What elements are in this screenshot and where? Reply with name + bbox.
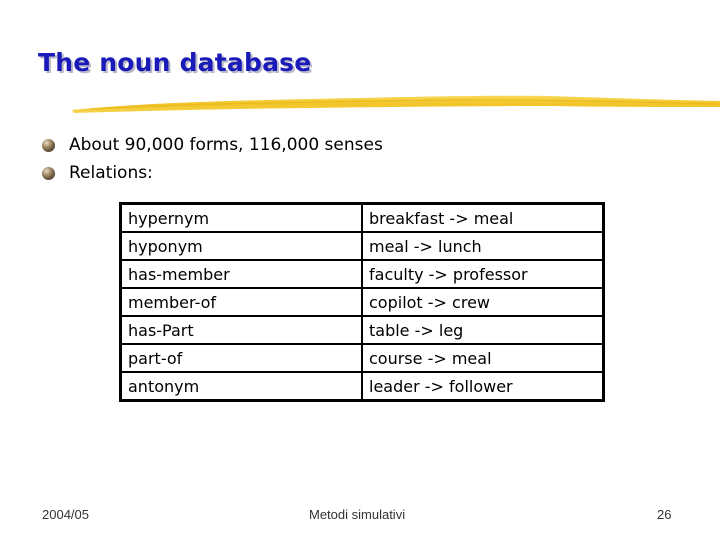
bullet-item: About 90,000 forms, 116,000 senses [42,131,383,159]
example-cell: meal -> lunch [361,231,605,261]
relation-cell: member-of [119,287,363,317]
sphere-bullet-icon [42,166,55,180]
table-row: part-of course -> meal [119,343,605,373]
slide-number: 26 [657,507,672,522]
footer-date: 2004/05 [42,507,89,522]
table-row: hyponym meal -> lunch [119,231,605,261]
example-cell: breakfast -> meal [361,202,605,233]
relation-cell: has-member [119,259,363,289]
bullet-text: Relations: [69,163,153,183]
table-row: member-of copilot -> crew [119,287,605,317]
example-cell: course -> meal [361,343,605,373]
relation-cell: hyponym [119,231,363,261]
table-row: antonym leader -> follower [119,371,605,402]
table-row: has-member faculty -> professor [119,259,605,289]
relation-cell: has-Part [119,315,363,345]
table-row: hypernym breakfast -> meal [119,202,605,233]
bullet-list: About 90,000 forms, 116,000 senses Relat… [42,131,383,187]
footer-course-title: Metodi simulativi [309,507,406,522]
table-row: has-Part table -> leg [119,315,605,345]
relation-cell: antonym [119,371,363,402]
relation-cell: hypernym [119,202,363,233]
decorative-highlighter-stroke [72,95,720,113]
relations-table: hypernym breakfast -> meal hyponym meal … [119,202,605,402]
bullet-text: About 90,000 forms, 116,000 senses [69,135,383,155]
example-cell: copilot -> crew [361,287,605,317]
slide-title: The noun database [38,48,312,77]
relation-cell: part-of [119,343,363,373]
example-cell: table -> leg [361,315,605,345]
bullet-item: Relations: [42,159,383,187]
example-cell: faculty -> professor [361,259,605,289]
sphere-bullet-icon [42,138,55,152]
example-cell: leader -> follower [361,371,605,402]
